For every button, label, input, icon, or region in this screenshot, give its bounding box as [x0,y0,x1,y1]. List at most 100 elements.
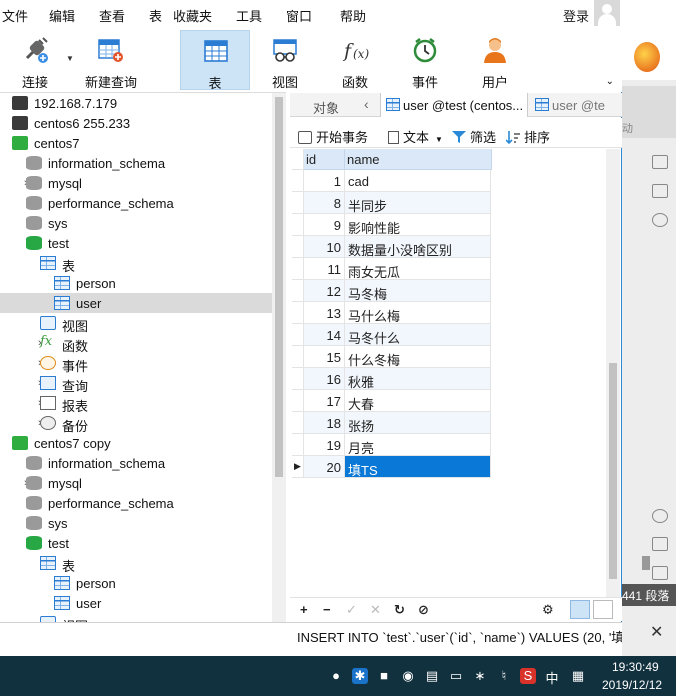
row-marker[interactable] [292,368,304,390]
row-marker[interactable] [292,390,304,412]
tree-item[interactable]: 视图 [0,613,272,622]
connect-button[interactable]: 连接 [0,30,70,90]
chevron-down-icon[interactable]: ⌄ [606,76,614,87]
new-query-button[interactable]: 新建查询 [76,30,146,90]
tree-item[interactable]: ⌄表 [0,253,272,274]
table-row[interactable]: 9 影响性能 [292,214,492,236]
stop-icon[interactable]: ⊘ [418,602,429,618]
tree-item[interactable]: performance_schema [0,193,272,213]
row-marker[interactable] [292,324,304,346]
cell-id[interactable]: 19 [304,434,345,456]
cell-id[interactable]: 8 [304,192,345,214]
keyboard-icon[interactable]: ▦ [570,668,586,684]
row-marker[interactable] [292,346,304,368]
table-row[interactable]: ▶ 20 填TS [292,456,492,478]
discard-changes-icon[interactable]: ✕ [370,602,381,618]
tree-item[interactable]: ›查询 [0,373,272,394]
table-row[interactable]: 11 雨女无瓜 [292,258,492,280]
tree-item[interactable]: ⌄表 [0,553,272,574]
tree-item[interactable]: information_schema [0,153,272,173]
tab-user-test[interactable]: user @test (centos... [380,93,528,117]
cell-id[interactable]: 20 [304,456,345,478]
menu-help[interactable]: 帮助 [340,6,366,25]
login-link[interactable]: 登录 [563,6,589,25]
event-button[interactable]: 事件 [390,30,460,90]
wechat-icon[interactable]: ● [328,668,344,684]
volume-mute-icon[interactable]: ♮ [496,668,512,684]
sort-button[interactable]: 排序 [506,127,550,146]
row-marker[interactable] [292,236,304,258]
function-button[interactable]: f (x) 函数 [320,30,390,90]
battery-icon[interactable]: ▭ [448,668,464,684]
cell-name[interactable]: 数据量小没啥区别 [345,236,491,258]
cell-id[interactable]: 13 [304,302,345,324]
row-marker[interactable] [292,434,304,456]
grid-scrollbar[interactable] [606,149,620,597]
tab-user-second[interactable]: user @te [530,93,622,117]
table-row[interactable]: 12 马冬梅 [292,280,492,302]
tree-item[interactable]: ›备份 [0,413,272,434]
table-row[interactable]: 10 数据量小没啥区别 [292,236,492,258]
menu-file[interactable]: 文件 [2,6,28,25]
tree-item[interactable]: ›mysql [0,173,272,193]
row-marker[interactable] [292,214,304,236]
menu-tools[interactable]: 工具 [236,6,262,25]
ime-mode[interactable]: 中 [544,668,560,686]
table-row[interactable]: 16 秋雅 [292,368,492,390]
tree-item[interactable]: performance_schema [0,493,272,513]
cell-id[interactable]: 17 [304,390,345,412]
tree-item[interactable]: ⌄test [0,233,272,253]
view-button[interactable]: 视图 [250,30,320,90]
cell-id[interactable]: 11 [304,258,345,280]
tree-item[interactable]: centos6 255.233 [0,113,272,133]
tree-item[interactable]: sys [0,213,272,233]
cell-name[interactable]: 月亮 [345,434,491,456]
menu-edit[interactable]: 编辑 [49,6,75,25]
user-button[interactable]: 用户 [460,30,530,90]
cell-id[interactable]: 9 [304,214,345,236]
cell-name[interactable]: 马冬梅 [345,280,491,302]
table-row[interactable]: 17 大春 [292,390,492,412]
cell-id[interactable]: 18 [304,412,345,434]
row-marker[interactable] [292,412,304,434]
panel-icon[interactable] [652,155,668,169]
tree-item[interactable]: information_schema [0,453,272,473]
cell-id[interactable]: 14 [304,324,345,346]
row-marker[interactable] [292,280,304,302]
monitor-icon[interactable] [652,566,668,580]
add-record-icon[interactable]: + [300,602,308,617]
row-marker[interactable] [292,170,304,192]
tree-scrollbar[interactable] [272,93,286,622]
cell-name[interactable]: 大春 [345,390,491,412]
tree-item[interactable]: ›mysql [0,473,272,493]
tree-item[interactable]: user [0,293,272,313]
row-marker[interactable] [292,302,304,324]
cell-name[interactable]: 什么冬梅 [345,346,491,368]
tree-item[interactable]: ›事件 [0,353,272,374]
table-row[interactable]: 14 马冬什么 [292,324,492,346]
settings-gear-icon[interactable]: ⚙ [542,602,554,618]
target-icon[interactable] [652,509,668,523]
begin-transaction-button[interactable]: 开始事务 [298,127,368,146]
tab-scroll-left-icon[interactable]: ‹ [364,93,378,117]
table-row[interactable]: 8 半同步 [292,192,492,214]
cell-name[interactable]: 马什么梅 [345,302,491,324]
connect-dropdown-icon[interactable]: ▼ [66,54,74,63]
refresh-icon[interactable]: ↻ [394,602,405,618]
tree-item[interactable]: ›报表 [0,393,272,414]
menu-table[interactable]: 表 [149,6,162,25]
table-row[interactable]: 13 马什么梅 [292,302,492,324]
current-row-arrow-icon[interactable]: ▶ [292,456,304,478]
row-marker[interactable] [292,258,304,280]
cell-id[interactable]: 10 [304,236,345,258]
cell-name[interactable]: 雨女无瓜 [345,258,491,280]
delete-record-icon[interactable]: − [323,602,331,617]
table-row[interactable]: 19 月亮 [292,434,492,456]
eye-icon[interactable] [652,213,668,227]
clock-time[interactable]: 19:30:49 [612,660,659,674]
column-header-id[interactable]: id [304,149,345,170]
table-button[interactable]: 表 [180,30,250,91]
menu-window[interactable]: 窗口 [286,6,312,25]
tree-item[interactable]: 视图 [0,313,272,334]
tree-item[interactable]: ⌄centos7 [0,133,272,153]
